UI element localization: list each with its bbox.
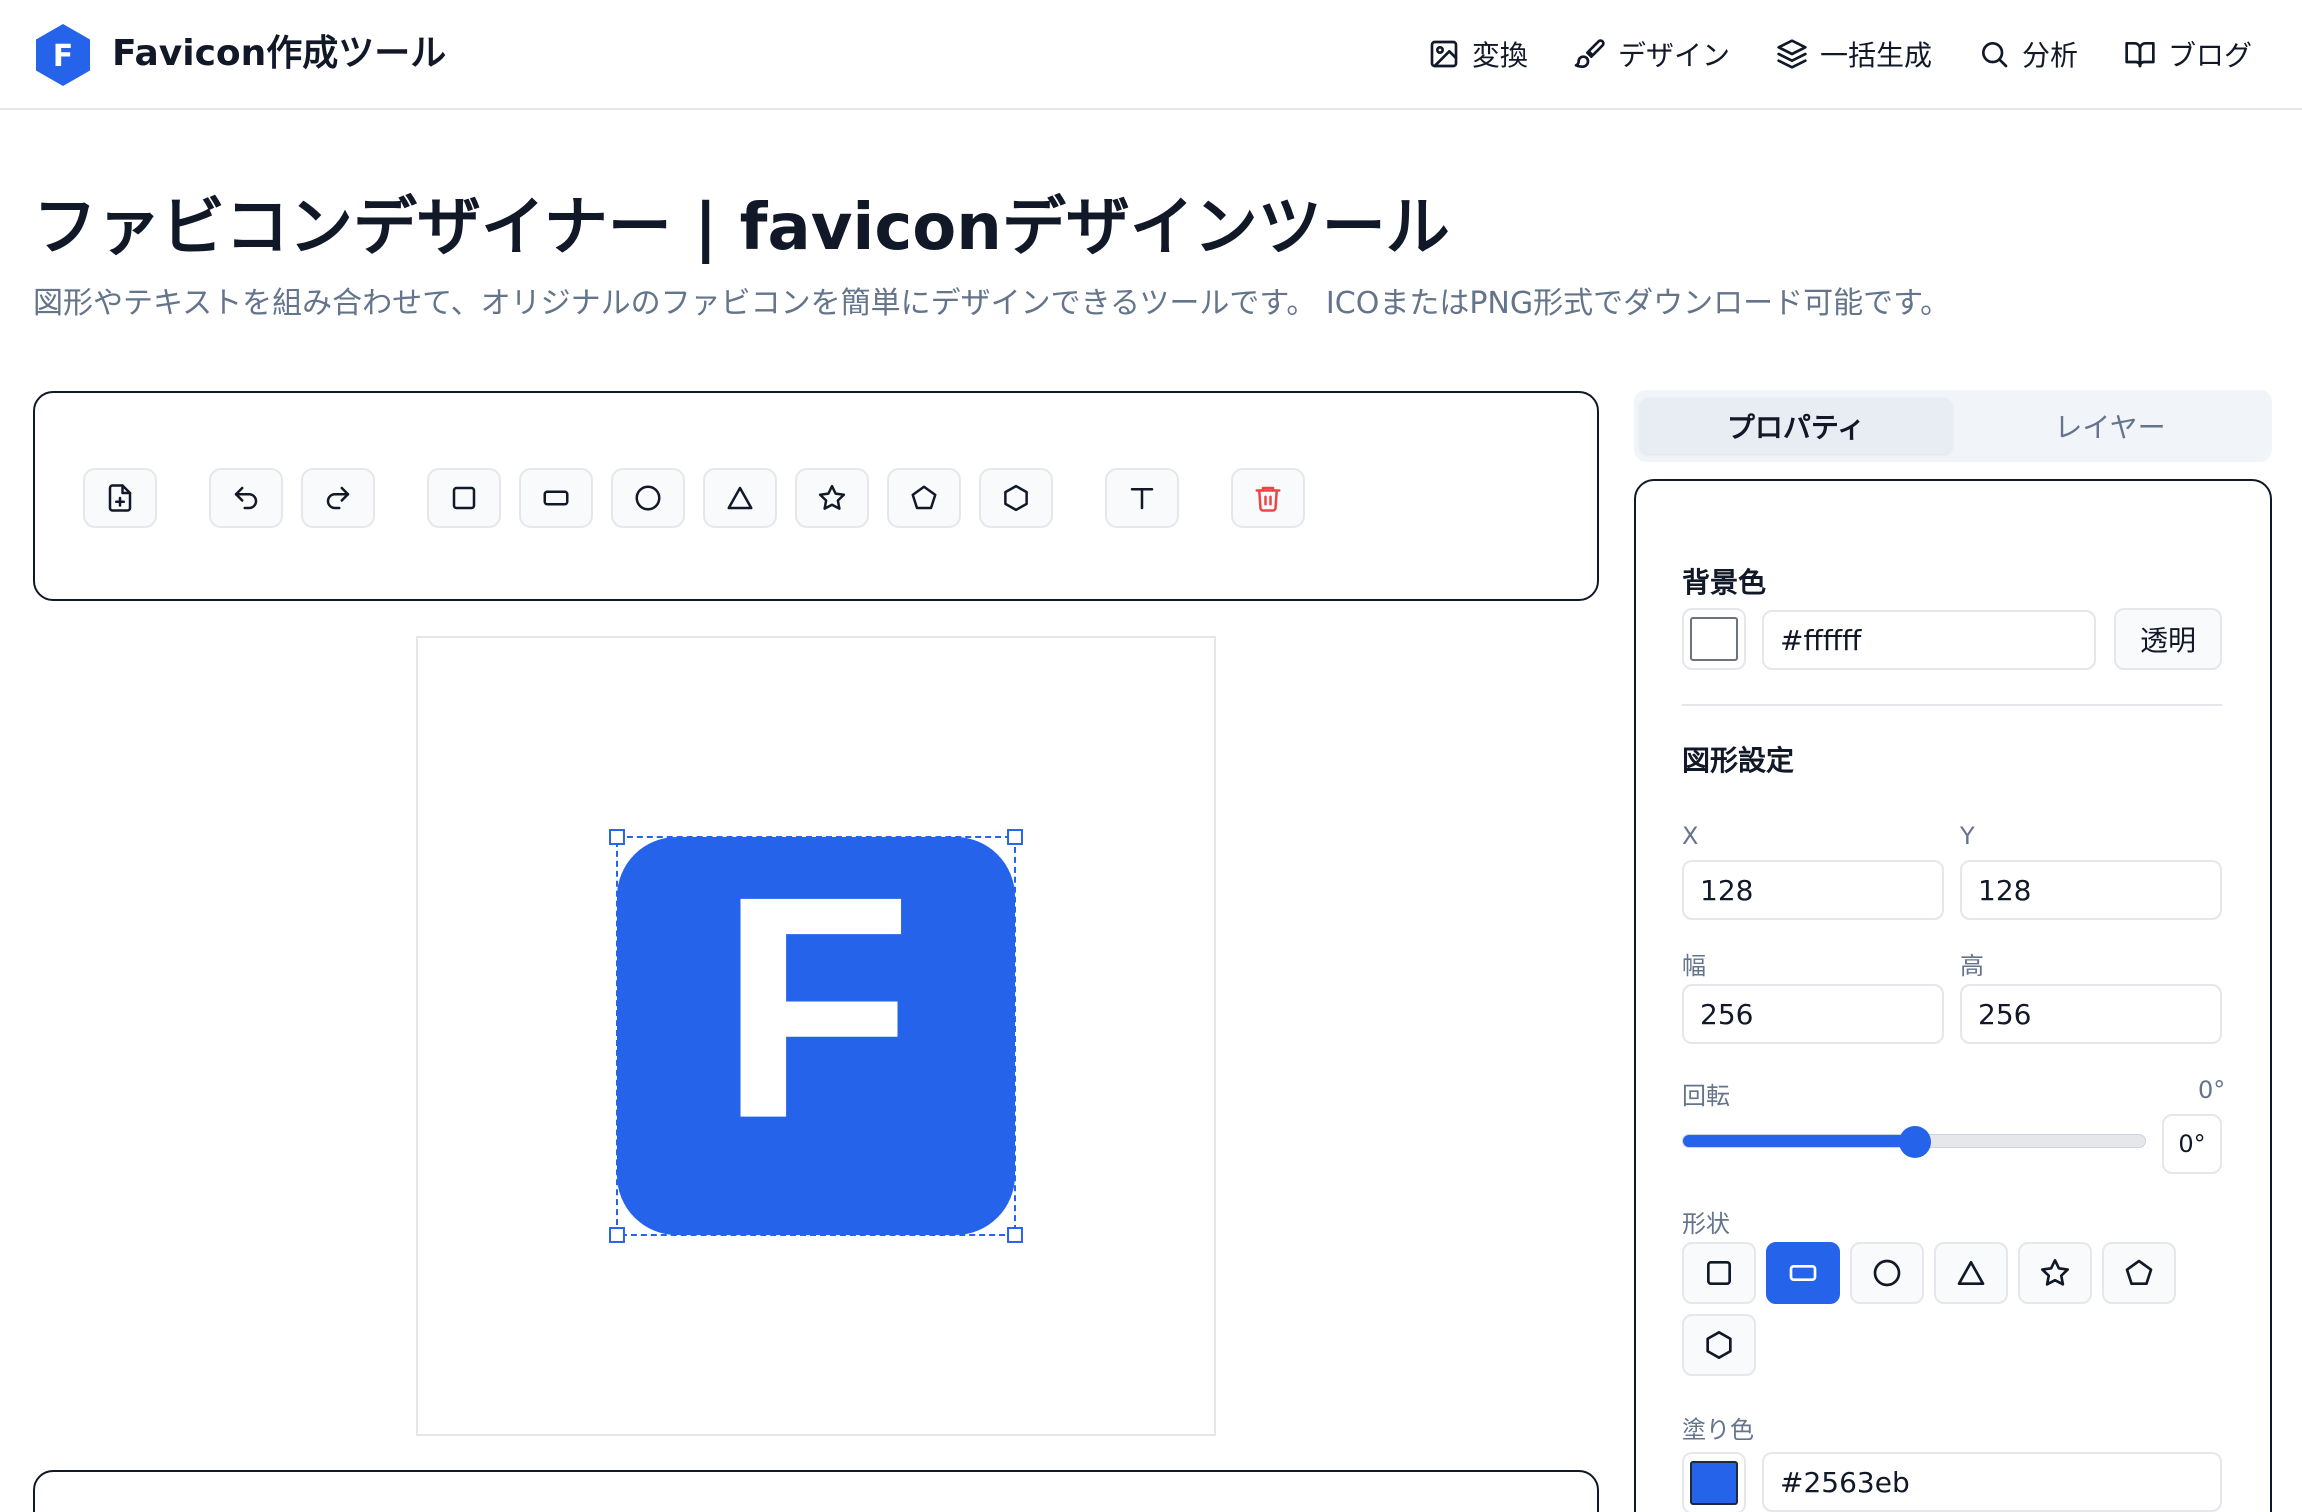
- triangle-icon: [1957, 1261, 1985, 1285]
- rotation-input[interactable]: [2162, 1114, 2222, 1174]
- design-toolbar: [33, 391, 1599, 601]
- height-label: 高: [1960, 952, 1984, 980]
- app-header: F Favicon作成ツール 変換 デザイン 一括生成 分析 ブログ: [0, 0, 2302, 110]
- redo-icon: [326, 486, 350, 510]
- undo-icon: [234, 486, 258, 510]
- tab-layers[interactable]: レイヤー: [1954, 398, 2266, 454]
- square-icon: [452, 486, 476, 510]
- pentagon-icon: [911, 485, 937, 510]
- shape-settings-title: 図形設定: [1682, 744, 1795, 777]
- new-file-button[interactable]: [83, 468, 157, 528]
- text-icon: [1130, 488, 1154, 510]
- nav-blog[interactable]: ブログ: [2124, 34, 2252, 74]
- nav-analyze[interactable]: 分析: [1978, 34, 2078, 74]
- nav-label: 分析: [2021, 39, 2078, 72]
- triangle-icon: [727, 486, 753, 510]
- shape-hexagon-button[interactable]: [1682, 1314, 1756, 1376]
- rotation-label: 回転: [1682, 1082, 1730, 1110]
- hexagon-icon: [1706, 1331, 1732, 1359]
- nav-convert[interactable]: 変換: [1428, 34, 1528, 74]
- x-input[interactable]: [1682, 860, 1944, 920]
- shape-triangle-button[interactable]: [1934, 1242, 2008, 1304]
- fill-swatch-fill: [1690, 1461, 1738, 1505]
- add-circle-button[interactable]: [611, 468, 685, 528]
- design-canvas[interactable]: F: [416, 636, 1216, 1436]
- add-square-button[interactable]: [427, 468, 501, 528]
- paintbrush-icon: [1574, 39, 1605, 68]
- nav-design[interactable]: デザイン: [1574, 34, 1730, 74]
- star-icon: [818, 484, 846, 510]
- panel-divider: [1682, 704, 2222, 706]
- page-subtitle: 図形やテキストを組み合わせて、オリジナルのファビコンを簡単にデザインできるツール…: [33, 286, 1951, 321]
- nav-label: ブログ: [2167, 39, 2252, 72]
- redo-button[interactable]: [301, 468, 375, 528]
- height-input[interactable]: [1960, 984, 2222, 1044]
- y-label: Y: [1960, 822, 1975, 850]
- shape-label: 形状: [1682, 1210, 1730, 1238]
- tab-properties[interactable]: プロパティ: [1640, 398, 1952, 454]
- add-hexagon-button[interactable]: [979, 468, 1053, 528]
- resize-handle-bottom-left[interactable]: [609, 1227, 625, 1243]
- shape-square-button[interactable]: [1682, 1242, 1756, 1304]
- add-triangle-button[interactable]: [703, 468, 777, 528]
- width-label: 幅: [1682, 952, 1706, 980]
- letter-text-shape[interactable]: F: [719, 832, 912, 1185]
- image-icon: [1430, 40, 1458, 68]
- new-file-icon: [108, 484, 132, 512]
- resize-handle-bottom-right[interactable]: [1007, 1227, 1023, 1243]
- fill-color-swatch[interactable]: [1682, 1452, 1746, 1512]
- shape-circle-button[interactable]: [1850, 1242, 1924, 1304]
- shape-rounded-rectangle-button[interactable]: [1766, 1242, 1840, 1304]
- rotation-display: 0°: [2198, 1076, 2226, 1104]
- rotation-slider[interactable]: [1682, 1126, 2146, 1158]
- background-color-input[interactable]: [1762, 610, 2096, 670]
- resize-handle-top-right[interactable]: [1007, 829, 1023, 845]
- y-input[interactable]: [1960, 860, 2222, 920]
- logo-hex-icon[interactable]: F: [33, 22, 93, 88]
- background-color-title: 背景色: [1682, 566, 1767, 599]
- add-star-button[interactable]: [795, 468, 869, 528]
- undo-button[interactable]: [209, 468, 283, 528]
- background-swatch-fill: [1690, 617, 1738, 661]
- rounded-rectangle-icon: [1789, 1265, 1817, 1281]
- shape-star-button[interactable]: [2018, 1242, 2092, 1304]
- resize-handle-top-left[interactable]: [609, 829, 625, 845]
- rectangle-icon: [543, 490, 569, 506]
- circle-icon: [1873, 1259, 1901, 1287]
- layers-icon: [1777, 39, 1807, 69]
- logo-letter: F: [53, 39, 74, 74]
- add-pentagon-button[interactable]: [887, 468, 961, 528]
- canvas-svg: F: [609, 829, 1023, 1243]
- width-input[interactable]: [1682, 984, 1944, 1044]
- bottom-card: [33, 1470, 1599, 1512]
- brand-name[interactable]: Favicon作成ツール: [112, 30, 446, 78]
- rotation-slider-thumb[interactable]: [1899, 1126, 1931, 1158]
- rotation-slider-fill: [1683, 1135, 1915, 1147]
- delete-button[interactable]: [1231, 468, 1305, 528]
- hexagon-icon: [1004, 484, 1028, 512]
- panel-tabs: プロパティ レイヤー: [1634, 390, 2272, 462]
- x-label: X: [1682, 822, 1699, 850]
- circle-icon: [635, 485, 661, 511]
- fill-color-input[interactable]: [1762, 1452, 2222, 1512]
- fill-color-label: 塗り色: [1682, 1416, 1754, 1444]
- nav-label: 変換: [1471, 39, 1528, 72]
- search-icon: [1981, 42, 2008, 68]
- trash-icon: [1255, 486, 1281, 512]
- square-icon: [1707, 1261, 1731, 1285]
- add-rectangle-button[interactable]: [519, 468, 593, 528]
- nav-label: 一括生成: [1819, 39, 1932, 72]
- pentagon-icon: [2125, 1259, 2153, 1285]
- main-nav: 変換 デザイン 一括生成 分析 ブログ: [1428, 30, 2252, 78]
- background-color-swatch[interactable]: [1682, 608, 1746, 670]
- add-text-button[interactable]: [1105, 468, 1179, 528]
- page-title: ファビコンデザイナー | faviconデザインツール: [33, 191, 1450, 265]
- nav-batch[interactable]: 一括生成: [1776, 34, 1932, 74]
- nav-label: デザイン: [1617, 39, 1730, 72]
- shape-pentagon-button[interactable]: [2102, 1242, 2176, 1304]
- book-open-icon: [2125, 42, 2155, 68]
- star-icon: [2041, 1259, 2069, 1286]
- transparent-button[interactable]: 透明: [2114, 608, 2222, 670]
